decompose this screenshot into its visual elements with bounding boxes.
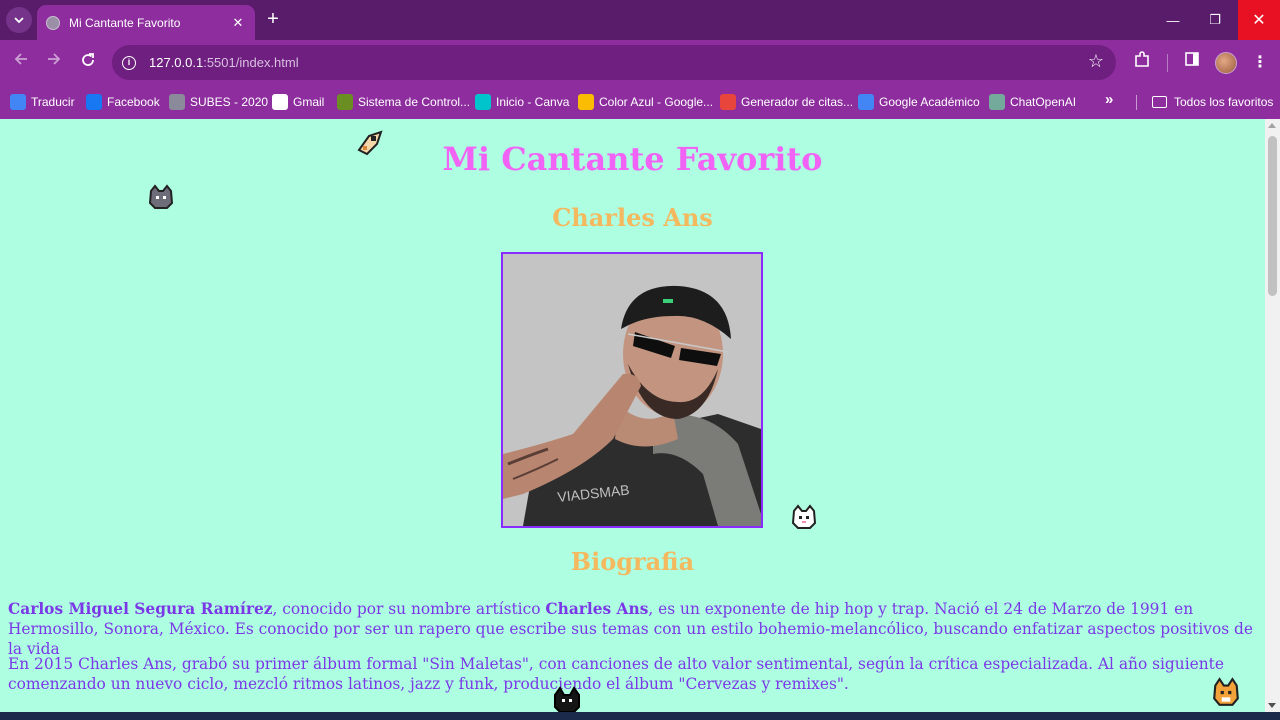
tab-title: Mi Cantante Favorito xyxy=(69,15,181,30)
url-text: 127.0.0.1:5501/index.html xyxy=(149,55,299,70)
reload-icon xyxy=(82,53,94,66)
full-name: Carlos Miguel Segura Ramírez xyxy=(8,600,273,618)
url-host: 127.0.0.1 xyxy=(149,55,204,70)
star-icon[interactable]: ☆ xyxy=(1088,51,1104,72)
bookmark-label: SUBES - 2020 xyxy=(190,95,269,109)
side-panel-icon xyxy=(1185,52,1199,66)
book-icon xyxy=(720,94,736,110)
singer-name-heading: Charles Ans xyxy=(552,203,713,232)
close-window-button[interactable]: ✕ xyxy=(1238,0,1280,40)
os-taskbar xyxy=(0,712,1280,720)
bookmark-item[interactable]: Gmail xyxy=(272,92,324,112)
bookmark-item[interactable]: Facebook xyxy=(86,92,160,112)
arrow-left-icon xyxy=(14,53,27,65)
bookmarks-overflow-icon[interactable]: » xyxy=(1105,91,1113,108)
artist-name: Charles Ans xyxy=(545,600,649,618)
folder-icon xyxy=(1152,96,1167,108)
pixel-fox-sprite xyxy=(1213,677,1239,706)
profile-avatar[interactable] xyxy=(1215,52,1237,74)
pixel-cat-sprite xyxy=(148,184,174,209)
google-icon xyxy=(272,94,288,110)
url-path: :5501/index.html xyxy=(203,55,299,70)
para1-text: , conocido por su nombre artístico xyxy=(272,600,546,618)
pixel-cat-sprite xyxy=(357,130,383,156)
bookmark-label: Color Azul - Google... xyxy=(599,95,714,109)
bookmark-label: Sistema de Control... xyxy=(358,95,471,109)
forward-button[interactable] xyxy=(42,51,66,75)
canva-icon xyxy=(475,94,491,110)
toolbar-divider xyxy=(1167,54,1168,72)
scholar-icon xyxy=(858,94,874,110)
scrollbar-thumb[interactable] xyxy=(1268,136,1277,296)
address-bar[interactable]: i 127.0.0.1:5501/index.html ☆ xyxy=(112,45,1116,80)
bookmark-label: Google Académico xyxy=(879,95,980,109)
bookmark-label: ChatOpenAI xyxy=(1010,95,1077,109)
back-button[interactable] xyxy=(9,51,33,75)
scroll-down-arrow-icon[interactable] xyxy=(1268,703,1276,708)
biography-paragraph-1: Carlos Miguel Segura Ramírez, conocido p… xyxy=(8,599,1253,659)
bookmark-label: Generador de citas... xyxy=(741,95,854,109)
bookmark-label: Traducir xyxy=(31,95,75,109)
chevron-down-icon xyxy=(14,17,24,24)
side-panel-button[interactable] xyxy=(1180,51,1204,75)
page-viewport: Mi Cantante Favorito Charles Ans VIADSMA… xyxy=(0,119,1265,712)
bookmark-item[interactable]: Sistema de Control... xyxy=(337,92,470,112)
extensions-button[interactable] xyxy=(1130,51,1154,75)
tab-search-button[interactable] xyxy=(6,7,32,33)
bookmark-item[interactable]: Color Azul - Google... xyxy=(578,92,713,112)
arrow-right-icon xyxy=(48,53,61,65)
bookmark-label: Inicio - Canva xyxy=(496,95,570,109)
bookmarks-bar: Traducir Facebook SUBES - 2020 Gmail Sistema… xyxy=(0,85,1280,119)
folder-label: Todos los favoritos xyxy=(1174,95,1274,109)
tab-strip: Mi Cantante Favorito ✕ + — ❐ ✕ xyxy=(0,0,1280,40)
bookmark-item[interactable]: Traducir xyxy=(10,92,75,112)
chatgpt-icon xyxy=(989,94,1005,110)
all-bookmarks-folder[interactable]: Todos los favoritos xyxy=(1152,92,1273,112)
page-title: Mi Cantante Favorito xyxy=(442,140,823,178)
browser-toolbar: i 127.0.0.1:5501/index.html ☆ ⋮ xyxy=(0,40,1280,85)
bookmark-item[interactable]: Google Académico xyxy=(858,92,980,112)
bookmarks-divider xyxy=(1136,95,1137,110)
sistema-icon xyxy=(337,94,353,110)
bookmark-item[interactable]: SUBES - 2020 xyxy=(169,92,268,112)
bookmark-item[interactable]: ChatOpenAI xyxy=(989,92,1076,112)
globe-icon xyxy=(46,15,60,30)
pixel-cat-sprite xyxy=(554,686,580,712)
drive-icon xyxy=(578,94,594,110)
scroll-up-arrow-icon[interactable] xyxy=(1268,123,1276,128)
biography-paragraph-2: En 2015 Charles Ans, grabó su primer álb… xyxy=(8,655,1224,693)
singer-photo: VIADSMAB xyxy=(501,252,763,528)
biography-heading: Biografia xyxy=(570,547,695,576)
tab-active[interactable]: Mi Cantante Favorito ✕ xyxy=(37,5,255,40)
bookmark-label: Gmail xyxy=(293,95,325,109)
menu-kebab-icon[interactable]: ⋮ xyxy=(1248,51,1272,75)
pixel-cat-sprite xyxy=(791,504,817,529)
puzzle-icon xyxy=(1135,51,1149,67)
vertical-scrollbar[interactable] xyxy=(1265,119,1280,712)
close-icon[interactable]: ✕ xyxy=(230,15,246,31)
restore-button[interactable]: ❐ xyxy=(1194,0,1236,40)
translate-icon xyxy=(10,94,26,110)
facebook-icon xyxy=(86,94,102,110)
bookmark-label: Facebook xyxy=(107,95,160,109)
info-icon[interactable]: i xyxy=(122,55,136,70)
minimize-button[interactable]: — xyxy=(1152,0,1194,40)
reload-button[interactable] xyxy=(76,51,100,75)
subes-icon xyxy=(169,94,185,110)
bookmark-item[interactable]: Inicio - Canva xyxy=(475,92,569,112)
bookmark-item[interactable]: Generador de citas... xyxy=(720,92,853,112)
new-tab-button[interactable]: + xyxy=(262,9,284,31)
